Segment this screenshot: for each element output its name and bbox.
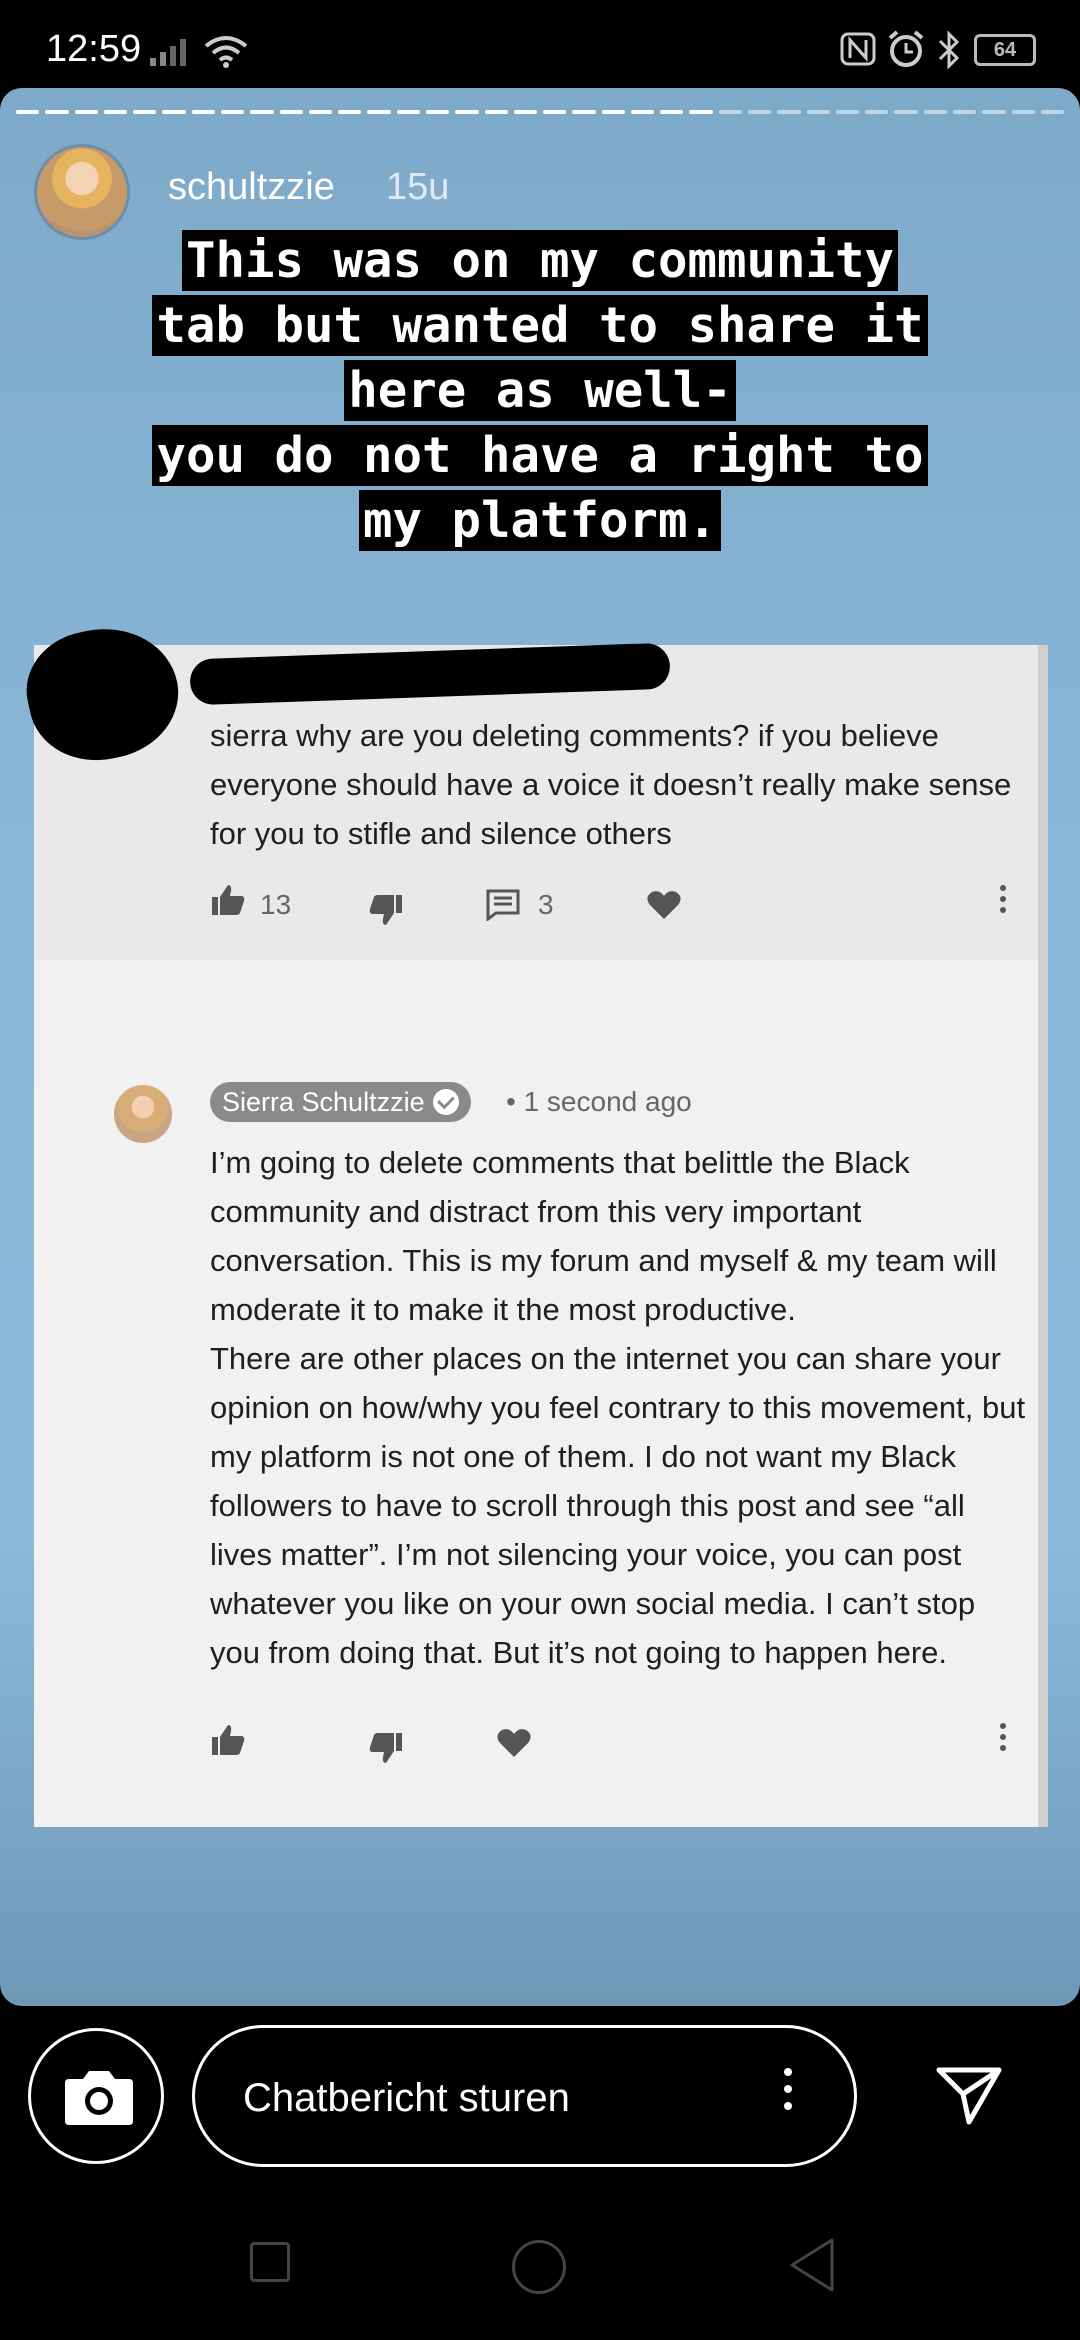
comment-2-author: Sierra Schultzzie bbox=[210, 1082, 471, 1122]
story-caption: This was on my community tab but wanted … bbox=[40, 228, 1040, 553]
comment-2-paragraph: I’m going to delete comments that belitt… bbox=[210, 1145, 997, 1327]
caption-line: my platform. bbox=[358, 490, 721, 551]
thumb-up-icon bbox=[212, 885, 245, 915]
comment-1: sierra why are you deleting comments? if… bbox=[16, 614, 1038, 960]
caption-line: here as well- bbox=[344, 360, 736, 421]
more-vertical-icon bbox=[1000, 885, 1006, 918]
home-button[interactable] bbox=[512, 2240, 566, 2294]
story-progress-bar bbox=[16, 110, 1065, 114]
comment-screenshot: sierra why are you deleting comments? if… bbox=[16, 614, 1048, 1827]
status-bar: 12:59 64 bbox=[0, 0, 1080, 88]
more-vertical-icon[interactable] bbox=[784, 2068, 792, 2119]
bluetooth-icon bbox=[938, 30, 960, 70]
caption-line: This was on my community bbox=[181, 230, 898, 291]
heart-icon bbox=[647, 891, 681, 919]
wifi-icon bbox=[204, 36, 248, 68]
verified-check-icon bbox=[432, 1088, 459, 1115]
thumb-up-icon bbox=[212, 1725, 245, 1755]
redaction-avatar bbox=[16, 614, 190, 774]
heart-icon bbox=[497, 1729, 531, 1757]
story-time-ago: 15u bbox=[386, 166, 450, 208]
message-placeholder: Chatbericht sturen bbox=[243, 2076, 570, 2120]
message-input[interactable]: Chatbericht sturen bbox=[192, 2025, 857, 2167]
comment-2-paragraph: There are other places on the internet y… bbox=[210, 1341, 1026, 1670]
comment-2-text: I’m going to delete comments that belitt… bbox=[210, 1138, 1030, 1677]
recents-button[interactable] bbox=[250, 2242, 290, 2282]
comment-1-likes: 13 bbox=[260, 889, 292, 920]
comment-2-author-name: Sierra Schultzzie bbox=[222, 1087, 425, 1117]
camera-icon bbox=[65, 2071, 133, 2125]
more-vertical-icon bbox=[1000, 1723, 1006, 1756]
send-icon[interactable] bbox=[936, 2066, 1002, 2126]
comment-1-text: sierra why are you deleting comments? if… bbox=[210, 718, 1012, 851]
comment-1-replies: 3 bbox=[538, 889, 554, 920]
caption-line: tab but wanted to share it bbox=[152, 295, 928, 356]
system-nav-bar bbox=[0, 2200, 1080, 2340]
alarm-icon bbox=[888, 30, 924, 67]
story-avatar[interactable] bbox=[34, 144, 130, 240]
signal-icon bbox=[150, 39, 186, 66]
comment-icon bbox=[486, 889, 520, 921]
redaction-name bbox=[189, 642, 671, 706]
nfc-icon bbox=[840, 32, 876, 66]
comment-2-avatar bbox=[114, 1085, 172, 1143]
back-button[interactable] bbox=[786, 2236, 836, 2294]
comment-2-time: • 1 second ago bbox=[506, 1086, 692, 1117]
story-username[interactable]: schultzzie bbox=[168, 166, 335, 209]
story-container[interactable]: schultzzie 15u This was on my community … bbox=[0, 88, 1080, 2006]
camera-button[interactable] bbox=[28, 2028, 164, 2164]
caption-line: you do not have a right to bbox=[152, 425, 928, 486]
battery-icon: 64 bbox=[974, 34, 1036, 66]
status-time: 12:59 bbox=[46, 28, 142, 70]
thumb-down-icon bbox=[369, 895, 402, 925]
thumb-down-icon bbox=[369, 1733, 402, 1763]
